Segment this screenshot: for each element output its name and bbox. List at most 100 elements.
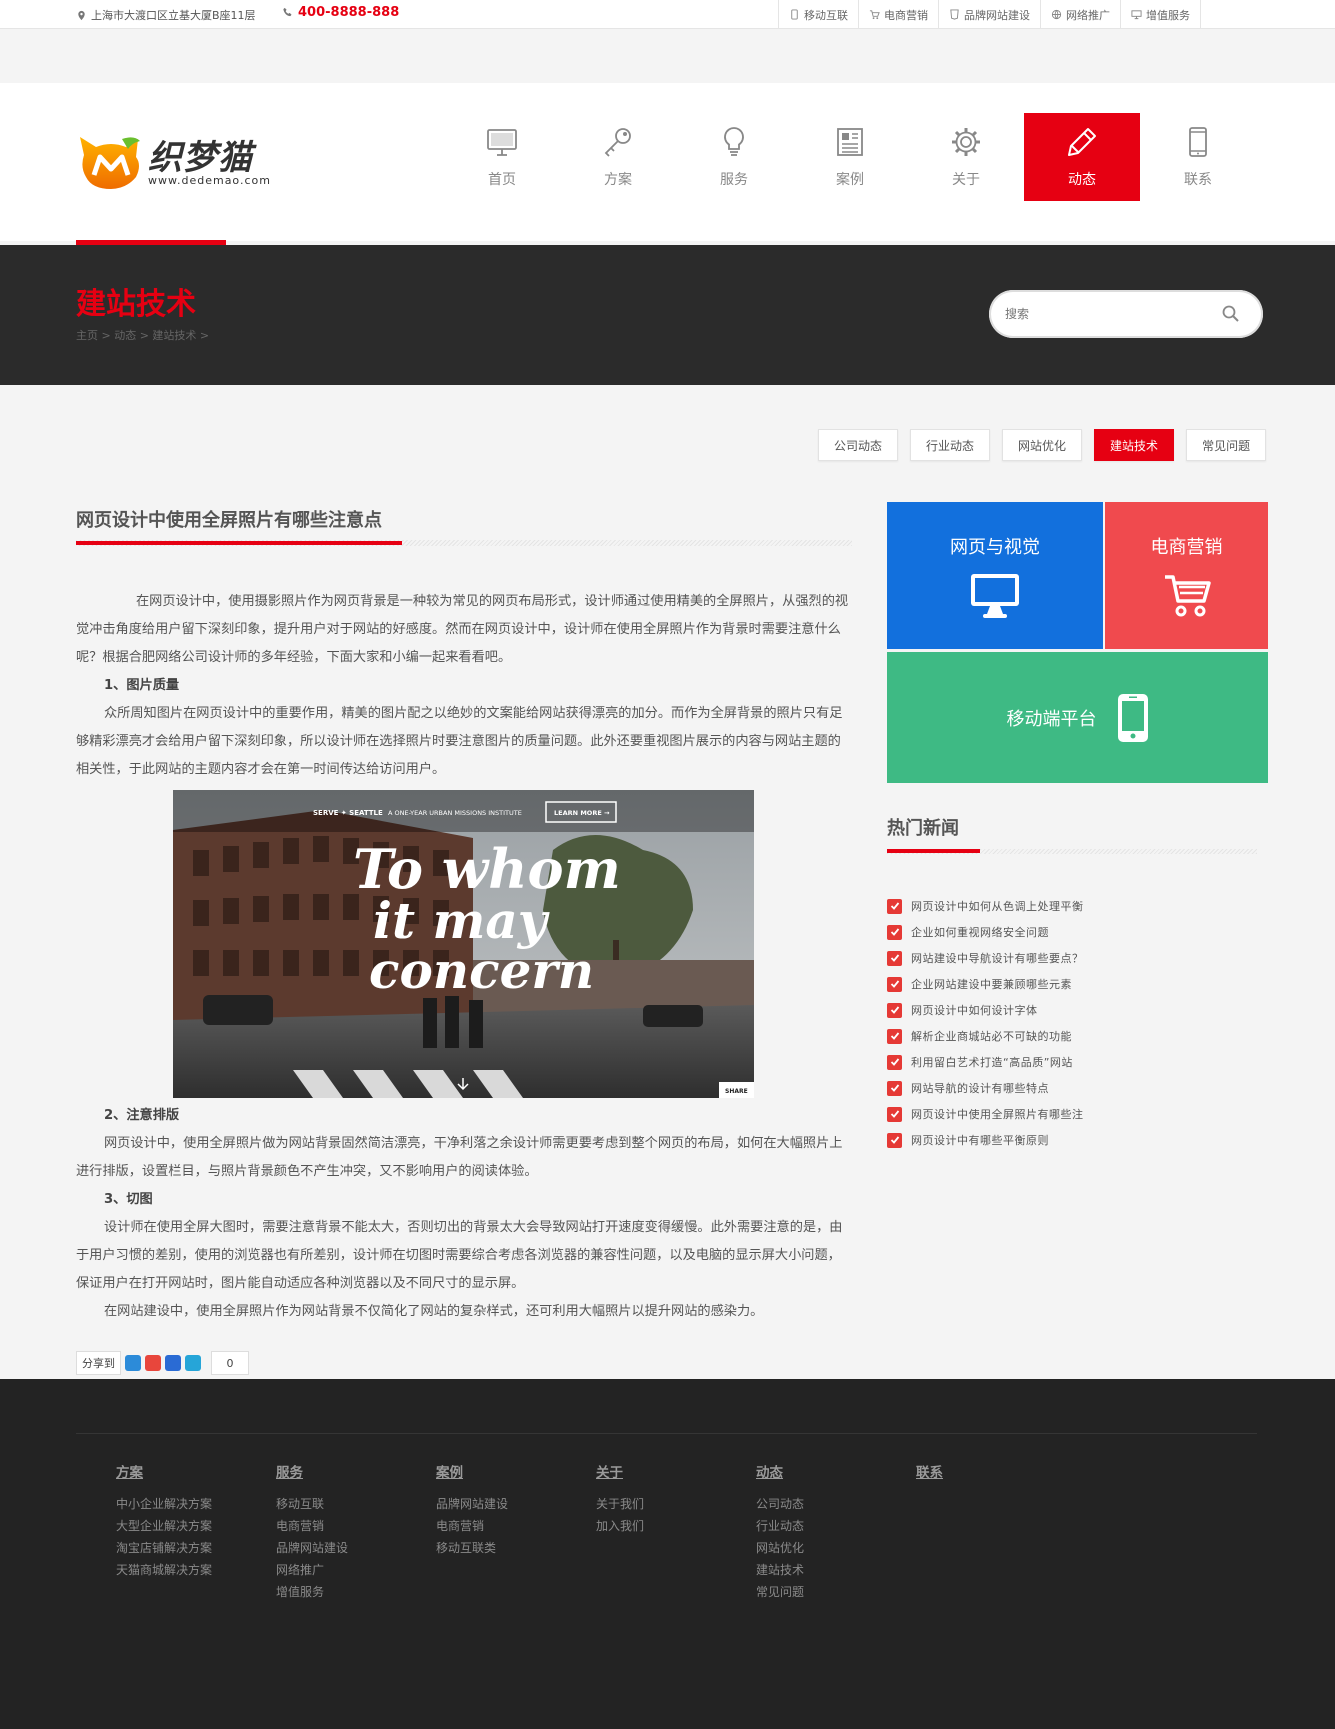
- share-qzone-icon[interactable]: [125, 1355, 141, 1371]
- footer-col-contact: 联系: [916, 1461, 943, 1493]
- globe-icon: [1051, 9, 1062, 20]
- newspaper-icon: [837, 128, 863, 156]
- page-title-band: 建站技术 主页 > 动态 > 建站技术 >: [0, 245, 1335, 385]
- check-icon: [887, 1080, 902, 1096]
- photo-learn-more-label: LEARN MORE →: [554, 809, 610, 817]
- tile-mobile-platform[interactable]: 移动端平台: [887, 652, 1268, 783]
- footer-col-about: 关于 关于我们 加入我们: [596, 1461, 644, 1537]
- footer-link[interactable]: 行业动态: [756, 1515, 804, 1537]
- search-input[interactable]: [1005, 302, 1205, 326]
- footer-link[interactable]: 常见问题: [756, 1581, 804, 1603]
- hot-news-item[interactable]: 网站建设中导航设计有哪些要点？: [887, 945, 1267, 971]
- cart-icon: [1164, 574, 1211, 616]
- footer-heading[interactable]: 联系: [916, 1461, 943, 1481]
- tab-seo[interactable]: 网站优化: [1002, 429, 1083, 461]
- footer-link[interactable]: 公司动态: [756, 1493, 804, 1515]
- hot-news-item[interactable]: 网页设计中如何设计字体: [887, 997, 1267, 1023]
- article-title-rule: [76, 540, 852, 546]
- share-label: 分享到: [76, 1351, 121, 1375]
- phone-handset-icon: [283, 7, 292, 17]
- phone-icon: [1189, 127, 1207, 157]
- search-box: [989, 290, 1263, 338]
- address-text: 上海市大渡口区立基大厦B座11层: [91, 9, 256, 22]
- article-body: 在网页设计中，使用摄影照片作为网页背景是一种较为常见的网页布局形式，设计师通过使…: [76, 588, 852, 1326]
- logo-url: www.dedemao.com: [148, 173, 271, 187]
- hot-news-item[interactable]: 企业网站建设中要兼顾哪些元素: [887, 971, 1267, 997]
- mobile-icon: [791, 9, 798, 20]
- category-tabs: 公司动态 行业动态 网站优化 建站技术 常见问题: [818, 429, 1267, 461]
- footer-link[interactable]: 关于我们: [596, 1493, 644, 1515]
- hot-news-item[interactable]: 企业如何重视网络安全问题: [887, 919, 1267, 945]
- footer-col-solutions: 方案 中小企业解决方案 大型企业解决方案 淘宝店铺解决方案 天猫商城解决方案: [116, 1461, 212, 1581]
- photo-share-label: SHARE: [725, 1088, 748, 1095]
- footer-link[interactable]: 加入我们: [596, 1515, 644, 1537]
- footer-link[interactable]: 中小企业解决方案: [116, 1493, 212, 1515]
- photo-headline-line3: concern: [369, 941, 594, 1000]
- cart-icon: [869, 10, 880, 20]
- tab-faq[interactable]: 常见问题: [1186, 429, 1267, 461]
- footer-link[interactable]: 网络推广: [276, 1559, 348, 1581]
- footer-col-cases: 案例 品牌网站建设 电商营销 移动互联类: [436, 1461, 508, 1559]
- footer-link[interactable]: 电商营销: [436, 1515, 508, 1537]
- top-link-brand-site[interactable]: 品牌网站建设: [938, 0, 1040, 29]
- nav-services[interactable]: 服务: [676, 113, 792, 201]
- hot-news-title: 热门新闻: [887, 818, 959, 839]
- footer-link[interactable]: 品牌网站建设: [436, 1493, 508, 1515]
- footer-link[interactable]: 建站技术: [756, 1559, 804, 1581]
- nav-home[interactable]: 首页: [444, 113, 560, 201]
- footer-link[interactable]: 淘宝店铺解决方案: [116, 1537, 212, 1559]
- hot-news-item[interactable]: 网页设计中有哪些平衡原则: [887, 1127, 1267, 1153]
- hot-news-item[interactable]: 网页设计中如何从色调上处理平衡: [887, 893, 1267, 919]
- share-weibo-icon[interactable]: [145, 1355, 161, 1371]
- check-icon: [887, 1054, 902, 1070]
- top-link-mobile[interactable]: 移动互联: [778, 0, 858, 29]
- footer-heading[interactable]: 关于: [596, 1461, 644, 1481]
- footer-link[interactable]: 网站优化: [756, 1537, 804, 1559]
- pencil-icon: [1068, 128, 1096, 156]
- tile-web-visual[interactable]: 网页与视觉: [887, 502, 1103, 649]
- check-icon: [887, 924, 902, 940]
- share-baidu-icon[interactable]: [165, 1355, 181, 1371]
- footer-heading[interactable]: 案例: [436, 1461, 508, 1481]
- check-icon: [887, 898, 902, 914]
- footer-link[interactable]: 电商营销: [276, 1515, 348, 1537]
- tile-ecommerce[interactable]: 电商营销: [1105, 502, 1268, 649]
- search-icon[interactable]: [1221, 304, 1241, 324]
- article-subheading: 1、图片质量: [104, 678, 180, 693]
- tab-industry-news[interactable]: 行业动态: [910, 429, 991, 461]
- hot-news-item[interactable]: 网页设计中使用全屏照片有哪些注: [887, 1101, 1267, 1127]
- hot-news-item[interactable]: 解析企业商城站必不可缺的功能: [887, 1023, 1267, 1049]
- footer-link[interactable]: 品牌网站建设: [276, 1537, 348, 1559]
- footer-link[interactable]: 天猫商城解决方案: [116, 1559, 212, 1581]
- footer-heading[interactable]: 服务: [276, 1461, 348, 1481]
- photo-tagline: A ONE-YEAR URBAN MISSIONS INSTITUTE: [388, 809, 522, 817]
- hot-news-rule: [887, 849, 1257, 854]
- top-link-ecommerce[interactable]: 电商营销: [858, 0, 938, 29]
- breadcrumb[interactable]: 主页 > 动态 > 建站技术 >: [76, 327, 209, 343]
- top-link-promotion[interactable]: 网络推广: [1040, 0, 1120, 29]
- top-spacer: [0, 30, 1335, 83]
- nav-contact[interactable]: 联系: [1140, 113, 1256, 201]
- hotline: 400-8888-888: [282, 5, 399, 20]
- site-footer: 方案 中小企业解决方案 大型企业解决方案 淘宝店铺解决方案 天猫商城解决方案 服…: [0, 1379, 1335, 1729]
- footer-heading[interactable]: 动态: [756, 1461, 804, 1481]
- hot-news-item[interactable]: 利用留白艺术打造“高品质”网站: [887, 1049, 1267, 1075]
- footer-link[interactable]: 移动互联: [276, 1493, 348, 1515]
- share-tencent-icon[interactable]: [185, 1355, 201, 1371]
- nav-about[interactable]: 关于: [908, 113, 1024, 201]
- location-pin-icon: [78, 10, 85, 20]
- top-link-value-added[interactable]: 增值服务: [1120, 0, 1201, 29]
- share-count: 0: [211, 1351, 249, 1375]
- tab-site-tech[interactable]: 建站技术: [1094, 429, 1175, 461]
- desktop-icon: [1131, 10, 1142, 20]
- nav-solutions[interactable]: 方案: [560, 113, 676, 201]
- footer-link[interactable]: 增值服务: [276, 1581, 348, 1603]
- footer-link[interactable]: 大型企业解决方案: [116, 1515, 212, 1537]
- footer-heading[interactable]: 方案: [116, 1461, 212, 1481]
- nav-news[interactable]: 动态: [1024, 113, 1140, 201]
- footer-link[interactable]: 移动互联类: [436, 1537, 508, 1559]
- hot-news-item[interactable]: 网站导航的设计有哪些特点: [887, 1075, 1267, 1101]
- site-logo[interactable]: 织梦猫 www.dedemao.com: [78, 133, 278, 193]
- nav-cases[interactable]: 案例: [792, 113, 908, 201]
- tab-company-news[interactable]: 公司动态: [818, 429, 899, 461]
